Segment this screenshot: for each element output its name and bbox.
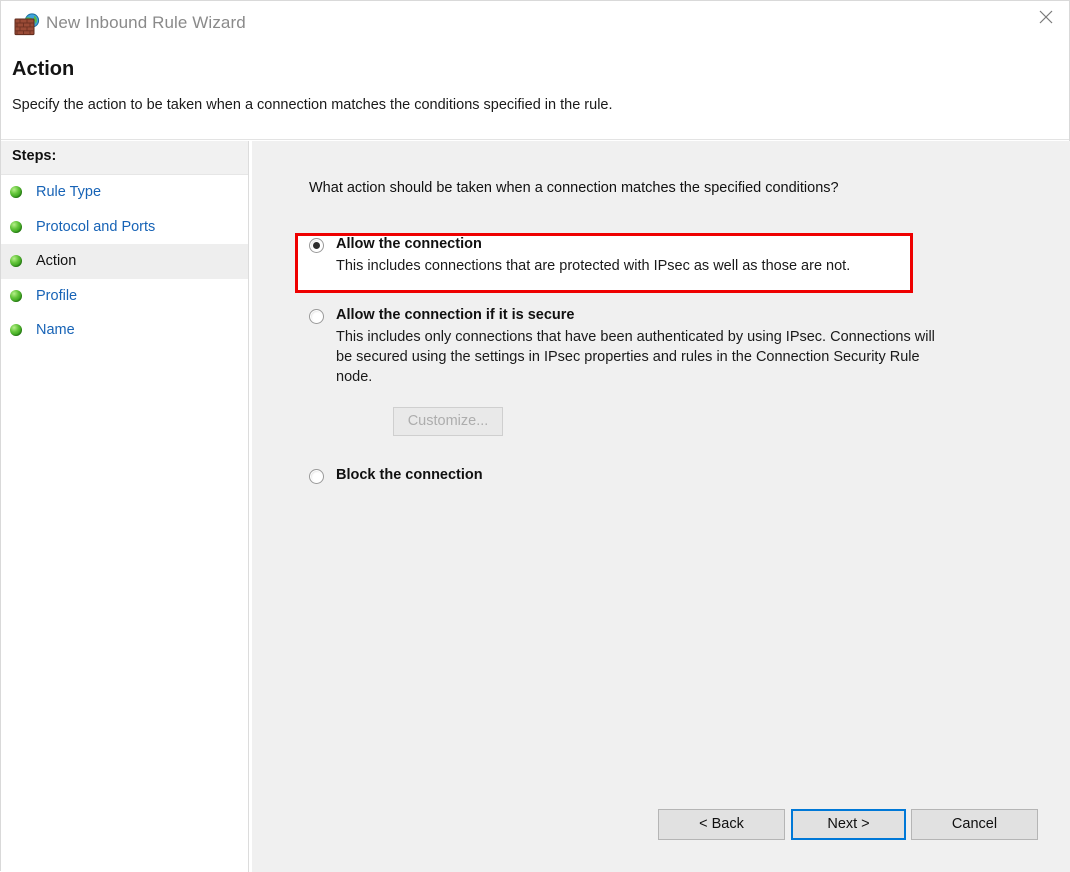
- customize-button[interactable]: Customize...: [393, 407, 503, 436]
- sidebar-item-label: Name: [36, 322, 75, 338]
- steps-header-label: Steps:: [12, 148, 56, 164]
- back-button[interactable]: < Back: [658, 809, 785, 840]
- step-bullet-icon: [10, 221, 22, 233]
- radio-block-the-connection[interactable]: [309, 469, 324, 484]
- radio-option-block-the-connection[interactable]: Block the connection: [309, 466, 483, 485]
- page-header: Action Specify the action to be taken wh…: [1, 47, 1069, 140]
- step-bullet-icon: [10, 324, 22, 336]
- radio-allow-the-connection[interactable]: [309, 238, 324, 253]
- new-inbound-rule-wizard-dialog: New Inbound Rule Wizard Action Specify t…: [0, 0, 1070, 871]
- option-title: Block the connection: [336, 466, 483, 485]
- next-button[interactable]: Next >: [791, 809, 906, 840]
- radio-allow-the-connection-if-it-is-secure[interactable]: [309, 309, 324, 324]
- sidebar-item-profile[interactable]: Profile: [1, 279, 248, 314]
- option-description: This includes connections that are prote…: [336, 256, 906, 276]
- sidebar-item-label: Profile: [36, 288, 77, 304]
- close-icon[interactable]: [1023, 1, 1069, 33]
- sidebar-item-protocol-and-ports[interactable]: Protocol and Ports: [1, 210, 248, 245]
- cancel-button[interactable]: Cancel: [911, 809, 1038, 840]
- window-title: New Inbound Rule Wizard: [46, 13, 246, 33]
- sidebar-item-label: Protocol and Ports: [36, 219, 155, 235]
- content-panel: What action should be taken when a conne…: [252, 141, 1070, 872]
- sidebar-item-name[interactable]: Name: [1, 313, 248, 348]
- firewall-brick-globe-icon: [14, 13, 40, 36]
- action-question: What action should be taken when a conne…: [309, 180, 839, 196]
- sidebar-item-rule-type[interactable]: Rule Type: [1, 175, 248, 210]
- title-bar: New Inbound Rule Wizard: [1, 1, 1069, 47]
- sidebar-item-label: Rule Type: [36, 184, 101, 200]
- steps-sidebar: Steps: Rule Type Protocol and Ports Acti…: [1, 141, 249, 872]
- sidebar-item-label: Action: [36, 253, 76, 269]
- option-title: Allow the connection: [336, 235, 482, 254]
- dialog-body: Steps: Rule Type Protocol and Ports Acti…: [1, 141, 1070, 872]
- step-bullet-icon: [10, 290, 22, 302]
- radio-option-allow-the-connection-if-it-is-secure[interactable]: Allow the connection if it is secure Thi…: [309, 306, 941, 387]
- step-bullet-icon: [10, 255, 22, 267]
- option-description: This includes only connections that have…: [336, 327, 941, 387]
- sidebar-item-action[interactable]: Action: [1, 244, 248, 279]
- radio-option-allow-the-connection[interactable]: Allow the connection This includes conne…: [309, 235, 906, 276]
- page-subtitle: Specify the action to be taken when a co…: [12, 97, 613, 113]
- page-title: Action: [12, 58, 74, 81]
- option-title: Allow the connection if it is secure: [336, 306, 575, 325]
- step-bullet-icon: [10, 186, 22, 198]
- steps-header: Steps:: [1, 141, 248, 175]
